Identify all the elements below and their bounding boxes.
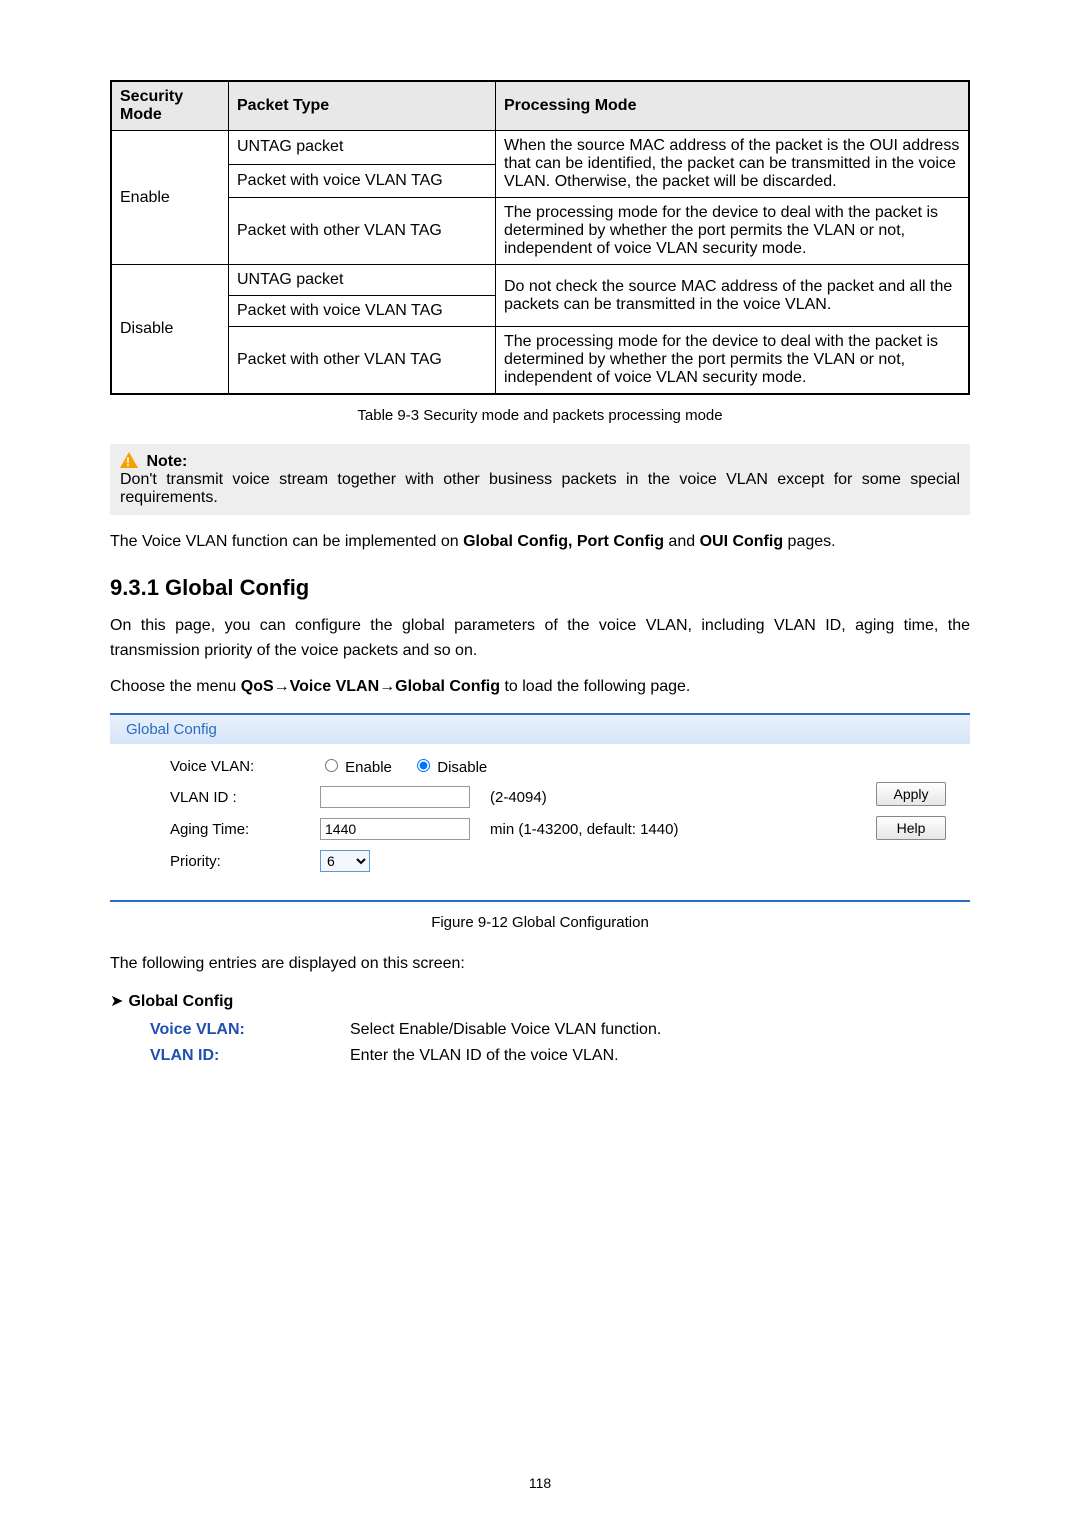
voice-vlan-label: Voice VLAN: — [170, 758, 320, 775]
intro-text-b: Global Config, Port Config — [463, 533, 664, 550]
radio-enable[interactable] — [325, 759, 338, 772]
cell-mode-disable: Disable — [111, 265, 229, 395]
radio-disable-label[interactable]: Disable — [412, 759, 487, 776]
aging-time-hint: min (1-43200, default: 1440) — [490, 821, 846, 838]
global-config-panel: Global Config Voice VLAN: Enable Disable… — [110, 713, 970, 902]
section-heading: 9.3.1 Global Config — [110, 575, 970, 601]
cell-other-vlan-tag-2: Packet with other VLAN TAG — [229, 327, 496, 395]
cell-voice-vlan-tag: Packet with voice VLAN TAG — [229, 164, 496, 198]
note-block: Note: Don't transmit voice stream togeth… — [110, 444, 970, 515]
section-body: On this page, you can configure the glob… — [110, 613, 970, 664]
radio-disable[interactable] — [417, 759, 430, 772]
cell-pm-enable-1: When the source MAC address of the packe… — [496, 131, 970, 198]
th-packet-type: Packet Type — [229, 81, 496, 131]
vlan-id-input[interactable] — [320, 786, 470, 808]
bullet-global-config: ➤ Global Config — [110, 991, 970, 1011]
bullet-label: Global Config — [128, 993, 233, 1010]
entry-vlan-id-label: VLAN ID: — [150, 1047, 350, 1065]
note-text: Don't transmit voice stream together wit… — [120, 471, 960, 507]
help-button[interactable]: Help — [876, 816, 946, 840]
table-caption: Table 9-3 Security mode and packets proc… — [110, 407, 970, 424]
cell-pm-enable-2: The processing mode for the device to de… — [496, 198, 970, 265]
menu-line-a: Choose the menu — [110, 678, 241, 695]
menu-line: Choose the menu QoS→Voice VLAN→Global Co… — [110, 674, 970, 700]
apply-button[interactable]: Apply — [876, 782, 946, 806]
menu-line-b: QoS→Voice VLAN→Global Config — [241, 678, 500, 695]
entry-voice-vlan-label: Voice VLAN: — [150, 1021, 350, 1039]
aging-time-label: Aging Time: — [170, 821, 320, 838]
aging-time-input[interactable] — [320, 818, 470, 840]
entries-intro: The following entries are displayed on t… — [110, 951, 970, 977]
radio-enable-text: Enable — [345, 759, 392, 776]
radio-disable-text: Disable — [437, 759, 487, 776]
entry-voice-vlan-desc: Select Enable/Disable Voice VLAN functio… — [350, 1021, 970, 1039]
cell-untag-2: UNTAG packet — [229, 265, 496, 296]
cell-mode-enable: Enable — [111, 131, 229, 265]
priority-select[interactable]: 6 — [320, 850, 370, 872]
vlan-id-label: VLAN ID : — [170, 789, 320, 806]
cell-other-vlan-tag: Packet with other VLAN TAG — [229, 198, 496, 265]
cell-pm-disable-2: The processing mode for the device to de… — [496, 327, 970, 395]
th-processing-mode: Processing Mode — [496, 81, 970, 131]
th-security-mode: Security Mode — [111, 81, 229, 131]
entry-vlan-id-desc: Enter the VLAN ID of the voice VLAN. — [350, 1047, 970, 1065]
panel-header: Global Config — [110, 715, 970, 744]
intro-text-a: The Voice VLAN function can be implement… — [110, 533, 463, 550]
cell-pm-disable-1: Do not check the source MAC address of t… — [496, 265, 970, 327]
menu-line-c: to load the following page. — [500, 678, 690, 695]
page-number: 118 — [0, 1475, 1080, 1491]
priority-label: Priority: — [170, 853, 320, 870]
warning-icon — [120, 452, 138, 468]
bullet-arrow-icon: ➤ — [110, 991, 124, 1011]
note-label: Note: — [146, 453, 187, 470]
cell-voice-vlan-tag-2: Packet with voice VLAN TAG — [229, 296, 496, 327]
vlan-id-hint: (2-4094) — [490, 789, 846, 806]
security-table: Security Mode Packet Type Processing Mod… — [110, 80, 970, 395]
cell-untag: UNTAG packet — [229, 131, 496, 165]
intro-text-d: OUI Config — [700, 533, 784, 550]
intro-paragraph: The Voice VLAN function can be implement… — [110, 529, 970, 555]
radio-enable-label[interactable]: Enable — [320, 759, 392, 776]
intro-text-c: and — [664, 533, 700, 550]
figure-caption: Figure 9-12 Global Configuration — [110, 914, 970, 931]
intro-text-e: pages. — [783, 533, 835, 550]
